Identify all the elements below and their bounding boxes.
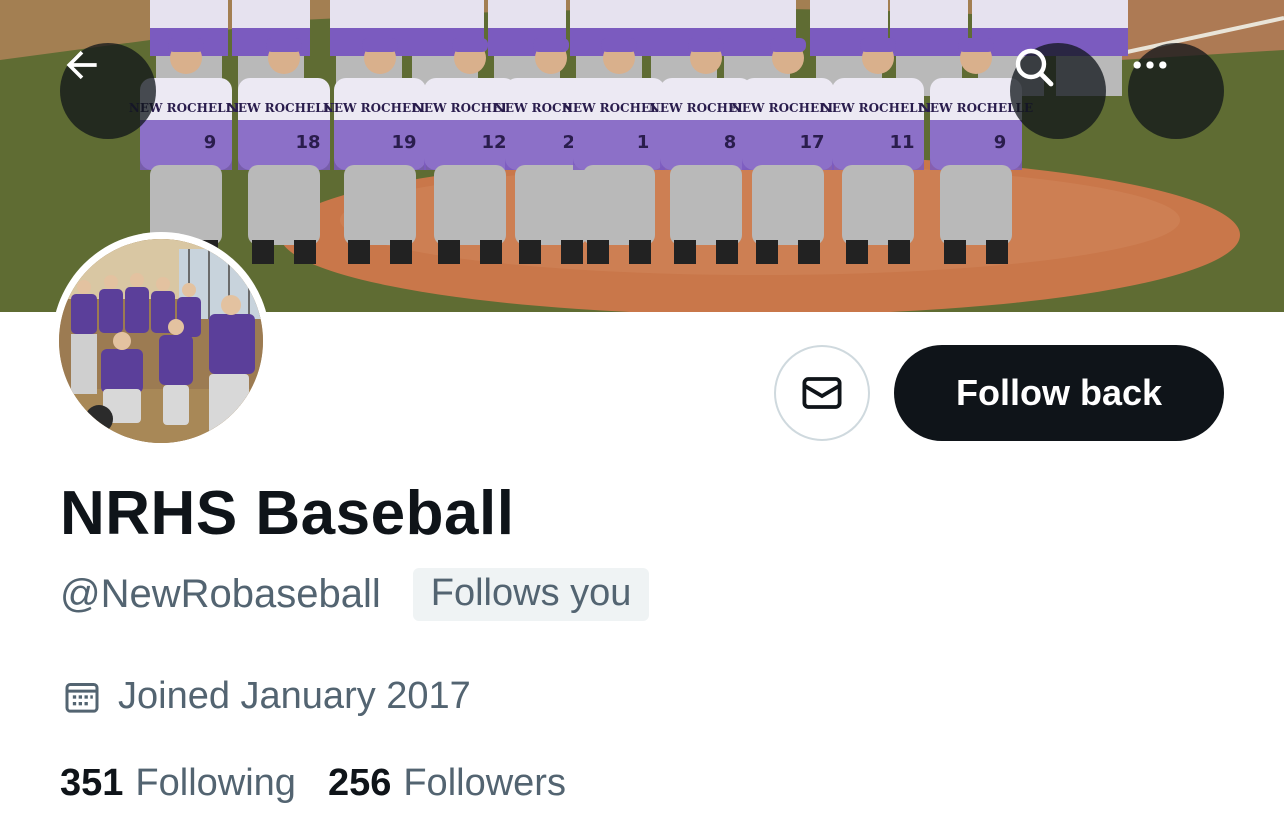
avatar-photo [59,239,263,443]
joined-date: Joined January 2017 [118,675,471,717]
jersey-number: 12 [481,132,506,153]
jersey-number: 11 [889,132,914,153]
avatar-team-dugout-image [59,239,263,443]
follows-you-badge: Follows you [412,568,650,621]
search-button[interactable] [1010,43,1106,139]
more-horizontal-icon [1133,61,1167,69]
following-stat[interactable]: 351 Following [60,762,296,805]
followers-label: Followers [403,762,566,804]
jersey-number: 1 [637,132,650,153]
follow-stats: 351 Following 256 Followers [60,762,598,805]
calendar-icon [65,682,99,713]
jersey-number: 9 [994,132,1007,153]
jersey-number: 18 [295,132,320,153]
handle-row: @NewRobaseball Follows you [60,568,650,621]
more-button[interactable] [1128,43,1224,139]
message-button[interactable] [774,345,870,441]
joined-date-row: Joined January 2017 [62,675,471,718]
jersey-number: 17 [799,132,824,153]
following-count: 351 [60,762,124,804]
profile-display-name: NRHS Baseball [60,479,515,548]
profile-handle: @NewRobaseball [60,572,381,616]
followers-count: 256 [327,762,392,804]
followers-stat[interactable]: 256 Followers [328,762,566,805]
profile-avatar[interactable] [52,232,270,450]
follow-back-button[interactable]: Follow back [894,345,1224,441]
envelope-icon [802,377,842,409]
following-label: Following [135,762,296,804]
search-icon [1015,48,1054,87]
arrow-left-icon [66,50,97,80]
back-button[interactable] [60,43,156,139]
jersey-number: 19 [391,132,416,153]
jersey-number: 8 [724,132,737,153]
jersey-number: 9 [204,132,217,153]
